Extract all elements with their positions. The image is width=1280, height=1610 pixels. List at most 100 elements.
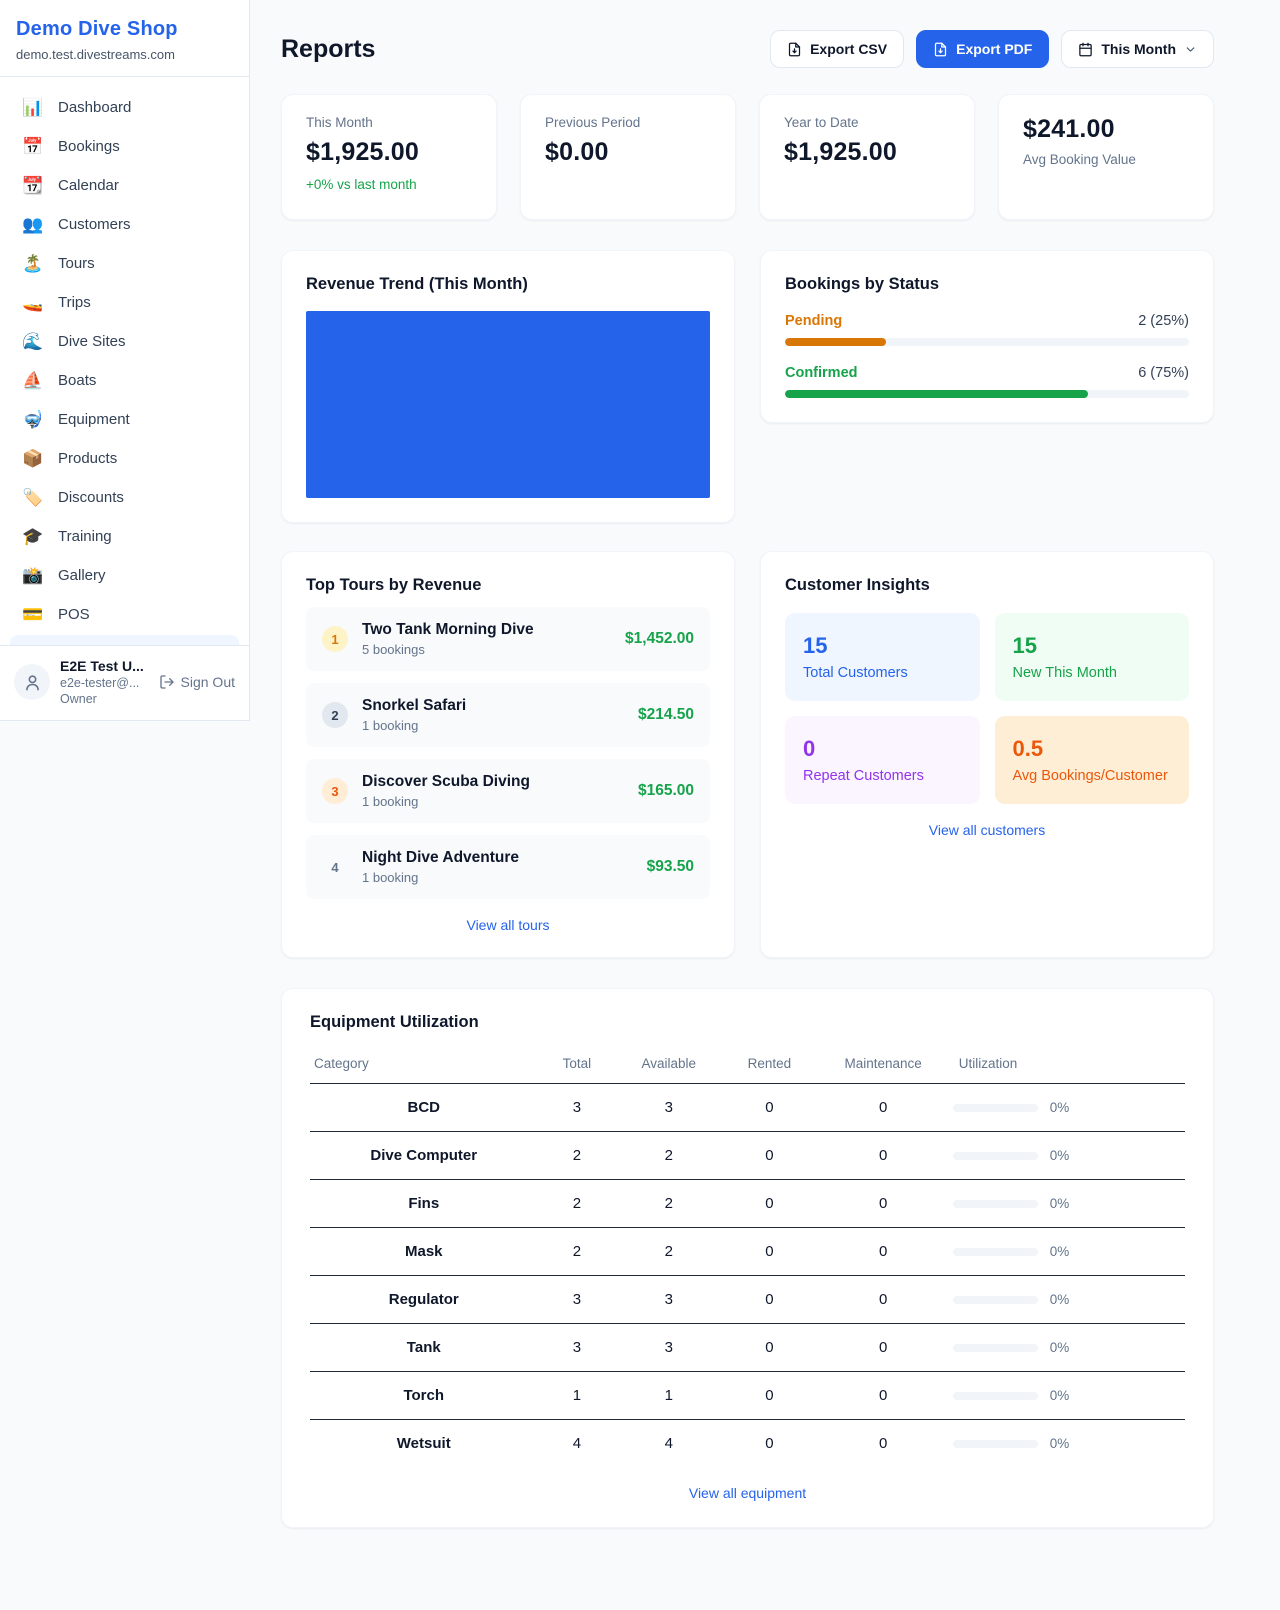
equipment-available: 3 bbox=[616, 1276, 721, 1324]
equipment-total: 2 bbox=[538, 1228, 617, 1276]
sidebar-item-dashboard[interactable]: 📊 Dashboard bbox=[12, 89, 237, 126]
col-available: Available bbox=[616, 1046, 721, 1084]
sidebar-item-pos[interactable]: 💳 POS bbox=[12, 596, 237, 633]
sidebar-item-gallery[interactable]: 📸 Gallery bbox=[12, 557, 237, 594]
equipment-row: Torch 1 1 0 0 0% bbox=[310, 1372, 1185, 1420]
sidebar-item-customers[interactable]: 👥 Customers bbox=[12, 206, 237, 243]
tour-amount: $214.50 bbox=[638, 706, 694, 724]
insight-label: Repeat Customers bbox=[803, 768, 962, 784]
equipment-category: Mask bbox=[310, 1228, 538, 1276]
view-all-tours-link[interactable]: View all tours bbox=[306, 917, 710, 933]
tour-row: 1 Two Tank Morning Dive 5 bookings $1,45… bbox=[306, 607, 710, 671]
utilization-bar bbox=[953, 1104, 1038, 1112]
status-value: 6 (75%) bbox=[1138, 365, 1189, 381]
view-all-customers-link[interactable]: View all customers bbox=[785, 822, 1189, 838]
pos-icon: 💳 bbox=[22, 606, 44, 623]
utilization-bar bbox=[953, 1200, 1038, 1208]
bookings-by-status-card: Bookings by Status Pending 2 (25%) Confi… bbox=[760, 250, 1214, 423]
stat-cards: This Month $1,925.00 +0% vs last month P… bbox=[281, 94, 1214, 220]
sidebar-item-boats[interactable]: ⛵ Boats bbox=[12, 362, 237, 399]
stat-card-avg-booking-value: $241.00 Avg Booking Value bbox=[998, 94, 1214, 220]
sidebar-item-discounts[interactable]: 🏷️ Discounts bbox=[12, 479, 237, 516]
period-dropdown[interactable]: This Month bbox=[1061, 30, 1214, 68]
top-tours-card: Top Tours by Revenue 1 Two Tank Morning … bbox=[281, 551, 735, 958]
tours-icon: 🏝️ bbox=[22, 255, 44, 272]
sign-out-label: Sign Out bbox=[181, 674, 235, 690]
top-tours-title: Top Tours by Revenue bbox=[306, 576, 710, 595]
utilization-bar bbox=[953, 1296, 1038, 1304]
equipment-utilization-title: Equipment Utilization bbox=[310, 1013, 1185, 1032]
sidebar-nav: 📊 Dashboard 📅 Bookings 📆 Calendar 👥 Cust… bbox=[0, 77, 249, 633]
equipment-available: 3 bbox=[616, 1324, 721, 1372]
stat-value: $241.00 bbox=[1023, 115, 1189, 144]
equipment-rented: 0 bbox=[721, 1180, 817, 1228]
insight-value: 0 bbox=[803, 736, 962, 762]
utilization-text: 0% bbox=[1050, 1148, 1070, 1163]
equipment-row: Fins 2 2 0 0 0% bbox=[310, 1180, 1185, 1228]
sign-out-button[interactable]: Sign Out bbox=[159, 674, 235, 690]
col-rented: Rented bbox=[721, 1046, 817, 1084]
export-pdf-button[interactable]: Export PDF bbox=[916, 30, 1049, 68]
col-total: Total bbox=[538, 1046, 617, 1084]
trips-icon: 🚤 bbox=[22, 294, 44, 311]
calendar-icon: 📆 bbox=[22, 177, 44, 194]
equipment-utilization: 0% bbox=[949, 1372, 1185, 1420]
equipment-rented: 0 bbox=[721, 1324, 817, 1372]
insight-tile: 15 Total Customers bbox=[785, 613, 980, 701]
sidebar-item-equipment[interactable]: 🤿 Equipment bbox=[12, 401, 237, 438]
view-all-equipment-link[interactable]: View all equipment bbox=[310, 1485, 1185, 1501]
insight-tile: 15 New This Month bbox=[995, 613, 1190, 701]
equipment-available: 1 bbox=[616, 1372, 721, 1420]
tour-name: Two Tank Morning Dive bbox=[362, 621, 611, 639]
equipment-rented: 0 bbox=[721, 1084, 817, 1132]
user-email: e2e-tester@... bbox=[60, 676, 149, 690]
insight-value: 0.5 bbox=[1013, 736, 1172, 762]
equipment-maintenance: 0 bbox=[818, 1228, 949, 1276]
status-bar-track bbox=[785, 390, 1189, 398]
sidebar-item-training[interactable]: 🎓 Training bbox=[12, 518, 237, 555]
equipment-total: 3 bbox=[538, 1276, 617, 1324]
utilization-text: 0% bbox=[1050, 1292, 1070, 1307]
sidebar-item-dive-sites[interactable]: 🌊 Dive Sites bbox=[12, 323, 237, 360]
sidebar-item-tours[interactable]: 🏝️ Tours bbox=[12, 245, 237, 282]
revenue-trend-chart bbox=[306, 311, 710, 498]
stat-delta: +0% vs last month bbox=[306, 177, 472, 192]
sidebar-item-bookings[interactable]: 📅 Bookings bbox=[12, 128, 237, 165]
equipment-total: 2 bbox=[538, 1132, 617, 1180]
stat-card-this-month: This Month $1,925.00 +0% vs last month bbox=[281, 94, 497, 220]
col-category: Category bbox=[310, 1046, 538, 1084]
tour-row: 3 Discover Scuba Diving 1 booking $165.0… bbox=[306, 759, 710, 823]
tour-rank-badge: 1 bbox=[322, 626, 348, 652]
nav-active-item-partial[interactable] bbox=[10, 635, 239, 645]
bookings-by-status-title: Bookings by Status bbox=[785, 275, 1189, 294]
utilization-bar bbox=[953, 1344, 1038, 1352]
equipment-total: 3 bbox=[538, 1084, 617, 1132]
sidebar-item-calendar[interactable]: 📆 Calendar bbox=[12, 167, 237, 204]
equipment-maintenance: 0 bbox=[818, 1420, 949, 1468]
tour-name: Discover Scuba Diving bbox=[362, 773, 624, 791]
user-info: E2E Test U... e2e-tester@... Owner bbox=[60, 658, 149, 706]
status-list: Pending 2 (25%) Confirmed 6 (75%) bbox=[785, 313, 1189, 398]
utilization-text: 0% bbox=[1050, 1436, 1070, 1451]
sidebar-item-products[interactable]: 📦 Products bbox=[12, 440, 237, 477]
user-name: E2E Test U... bbox=[60, 658, 149, 674]
equipment-total: 3 bbox=[538, 1324, 617, 1372]
equipment-maintenance: 0 bbox=[818, 1372, 949, 1420]
col-utilization: Utilization bbox=[949, 1046, 1185, 1084]
utilization-bar bbox=[953, 1152, 1038, 1160]
utilization-text: 0% bbox=[1050, 1388, 1070, 1403]
tour-bookings: 1 booking bbox=[362, 794, 624, 809]
utilization-text: 0% bbox=[1050, 1244, 1070, 1259]
equipment-rented: 0 bbox=[721, 1420, 817, 1468]
stat-label: Avg Booking Value bbox=[1023, 152, 1189, 167]
export-csv-button[interactable]: Export CSV bbox=[770, 30, 904, 68]
equipment-row: Mask 2 2 0 0 0% bbox=[310, 1228, 1185, 1276]
stat-value: $0.00 bbox=[545, 138, 711, 167]
equipment-row: BCD 3 3 0 0 0% bbox=[310, 1084, 1185, 1132]
equipment-table: Category Total Available Rented Maintena… bbox=[310, 1046, 1185, 1467]
insight-tile: 0.5 Avg Bookings/Customer bbox=[995, 716, 1190, 804]
equipment-table-header: Category Total Available Rented Maintena… bbox=[310, 1046, 1185, 1084]
person-icon bbox=[23, 673, 42, 692]
sidebar-item-trips[interactable]: 🚤 Trips bbox=[12, 284, 237, 321]
utilization-text: 0% bbox=[1050, 1196, 1070, 1211]
